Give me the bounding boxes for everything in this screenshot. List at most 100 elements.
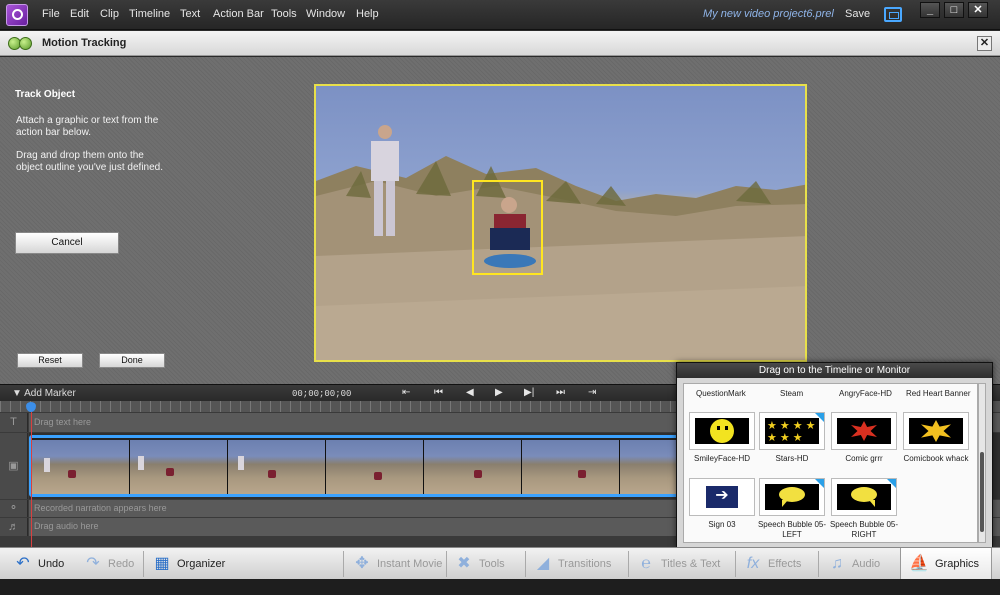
step-back-icon[interactable]: ◀ [466,387,474,398]
speech-bubble-icon [837,484,891,510]
graphic-smileyface[interactable] [689,412,755,450]
minimize-button[interactable]: _ [920,2,940,18]
graphic-label-sign-03: Sign 03 [708,520,736,529]
graphic-comicbook-whack[interactable] [903,412,969,450]
titles-text-label: Titles & Text [661,558,721,570]
goto-end-icon[interactable]: ⇥ [588,387,596,398]
add-marker-button[interactable]: ▼ Add Marker [12,388,76,399]
transitions-button[interactable]: ◢ Transitions [534,548,624,580]
graphic-label-speech-bubble-left: Speech Bubble 05-LEFT [757,520,827,539]
comic-burst-yellow-icon [909,418,963,444]
goto-start-icon[interactable]: ⇤ [402,387,410,398]
undo-label: Undo [38,558,65,570]
video-frame [316,125,805,360]
transitions-label: Transitions [558,558,612,570]
motion-tracking-icon [8,37,34,51]
graphic-label-red-heart-banner: Red Heart Banner [906,389,971,398]
effects-button[interactable]: fx Effects [744,548,816,580]
narration-placeholder: Recorded narration appears here [34,503,167,513]
graphics-grid: QuestionMark Steam AngryFace-HD Red Hear… [683,383,978,543]
music-note-icon: ♫ [831,555,843,572]
menu-edit[interactable]: Edit [70,8,89,20]
graphic-comic-grrr[interactable] [831,412,897,450]
video-monitor[interactable] [314,84,807,362]
audio-label: Audio [852,558,881,570]
instant-movie-button[interactable]: ✥ Instant Movie [353,548,443,580]
redo-button[interactable]: ↷ Redo [84,548,139,580]
graphic-label-speech-bubble-right: Speech Bubble 05-RIGHT [829,520,899,539]
panel-header: Motion Tracking ✕ [0,31,1000,56]
speech-bubble-icon [765,484,819,510]
done-button[interactable]: Done [99,353,165,368]
audio-placeholder: Drag audio here [34,521,99,531]
grid-icon: ▦ [154,555,170,572]
close-app-button[interactable]: ✕ [968,2,988,18]
graphic-label-angryface: AngryFace-HD [839,389,892,398]
action-bar: ↶ Undo ↷ Redo ▦ Organizer ✥ Instant Movi… [0,547,1000,580]
redo-label: Redo [108,558,135,570]
play-icon[interactable]: ▶ [495,387,503,398]
instruction-attach: Attach a graphic or text from the action… [16,115,159,138]
graphic-stars[interactable]: ★★★★ ★★★ [759,412,825,450]
menu-window[interactable]: Window [306,8,345,20]
step-forward-icon[interactable]: ▶| [524,387,534,398]
reset-button[interactable]: Reset [17,353,83,368]
effects-label: Effects [768,558,802,570]
maximize-button[interactable]: □ [944,2,964,18]
video-track-icon: ▣ [0,433,28,499]
menu-timeline[interactable]: Timeline [129,8,170,20]
graphic-sign-03[interactable]: ➔ [689,478,755,516]
graphics-scrollbar[interactable] [978,383,986,543]
timecode: 00;00;00;00 [292,389,352,399]
save-button[interactable]: Save [845,8,870,20]
playhead-line [31,412,32,547]
fast-forward-icon[interactable]: ⏭ [556,387,565,398]
sailboat-icon: ⛵ [909,555,929,572]
graphics-panel: Drag on to the Timeline or Monitor Quest… [676,362,993,548]
video-clip[interactable] [29,435,679,497]
text-track-placeholder: Drag text here [34,417,92,427]
cancel-button[interactable]: Cancel [15,232,119,254]
add-marker-label: Add Marker [24,388,76,399]
text-track-icon: T [0,413,28,432]
menu-action-bar[interactable]: Action Bar [213,8,264,20]
graphics-button[interactable]: ⛵ Graphics [900,548,992,580]
undo-icon: ↶ [16,555,30,572]
tools-label: Tools [479,558,505,570]
app-logo-icon[interactable] [6,4,28,26]
arrow-sign-icon: ➔ [704,484,740,510]
corner-badge-icon [815,479,824,488]
menu-clip[interactable]: Clip [100,8,119,20]
menu-file[interactable]: File [42,8,60,20]
graphics-panel-header: Drag on to the Timeline or Monitor [677,363,992,378]
graphics-label: Graphics [935,558,980,570]
stars-icon: ★★★★ ★★★ [765,418,819,444]
smiley-face-icon [695,418,749,444]
speaker-icon: ♬ [0,518,28,536]
instant-movie-label: Instant Movie [377,558,443,570]
status-strip [0,579,1000,595]
graphic-speech-bubble-right[interactable] [831,478,897,516]
undo-button[interactable]: ↶ Undo [14,548,74,580]
tools-button[interactable]: ✖ Tools [455,548,523,580]
graphic-label-comicbook-whack: Comicbook whack [903,454,969,463]
audio-button[interactable]: ♫ Audio [828,548,894,580]
menu-tools[interactable]: Tools [271,8,297,20]
menu-text[interactable]: Text [180,8,200,20]
menu-help[interactable]: Help [356,8,379,20]
graphic-label-smileyface: SmileyFace-HD [693,454,750,463]
titles-text-button[interactable]: ℮ Titles & Text [637,548,732,580]
graphic-label-questionmark: QuestionMark [696,389,746,398]
instruction-drag: Drag and drop them onto the object outli… [16,150,164,173]
organizer-button[interactable]: ▦ Organizer [153,548,233,580]
close-icon[interactable]: ✕ [977,36,992,51]
fullscreen-icon[interactable] [884,7,902,22]
corner-badge-icon [887,479,896,488]
tracking-outline[interactable] [472,180,543,275]
graphic-label-steam: Steam [780,389,804,398]
track-object-heading: Track Object [15,89,76,100]
scrollbar-thumb[interactable] [980,452,984,532]
motion-tracking-workspace: Track Object Attach a graphic or text fr… [0,57,1000,384]
rewind-icon[interactable]: ⏮ [434,387,443,398]
graphic-speech-bubble-left[interactable] [759,478,825,516]
